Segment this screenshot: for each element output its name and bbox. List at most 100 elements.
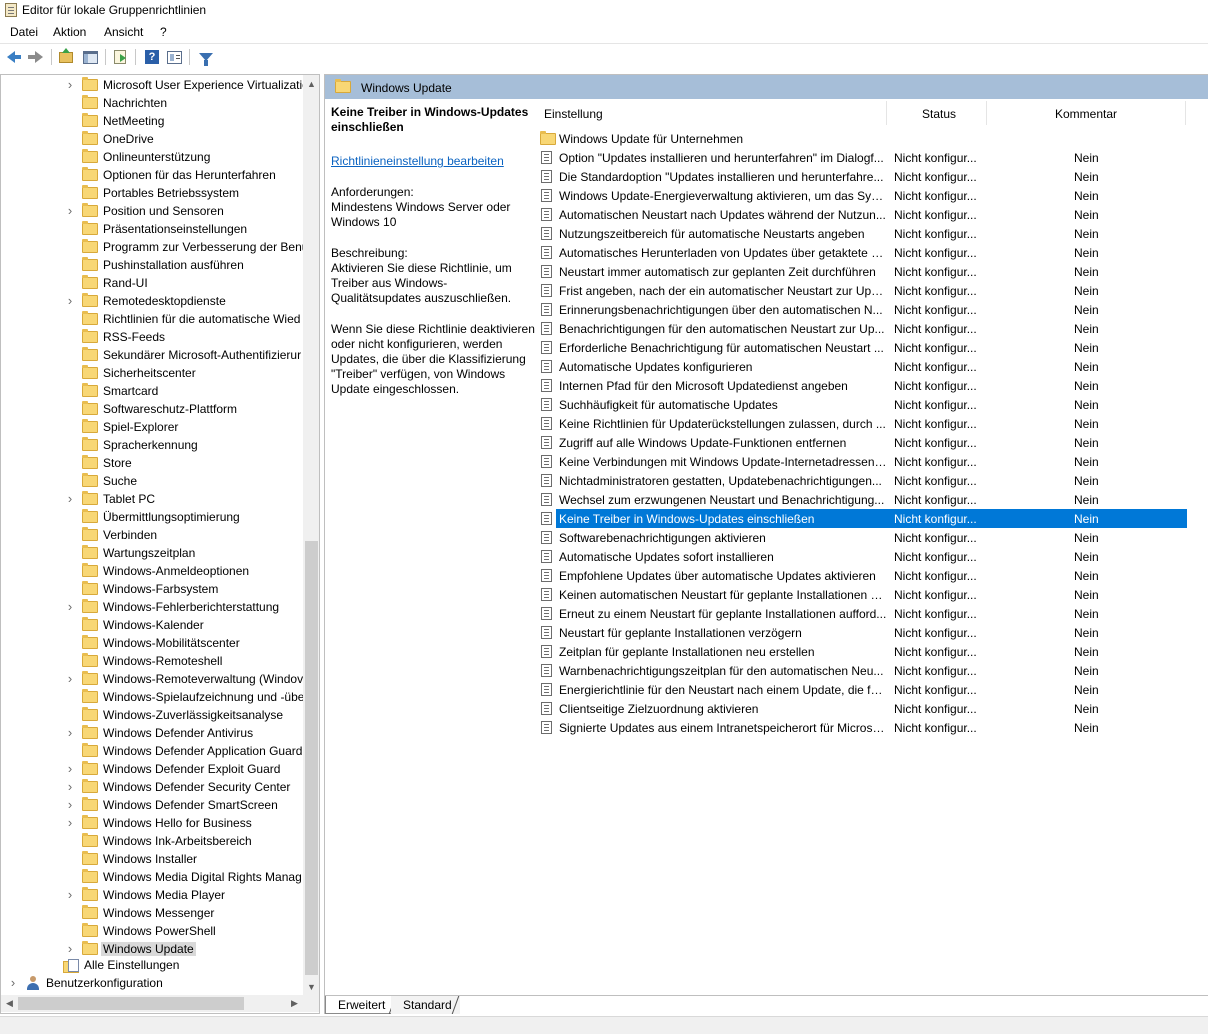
console-tree[interactable]: › Microsoft User Experience Virtualizatio… bbox=[0, 74, 320, 1014]
list-item-policy[interactable]: Windows Update-Energieverwaltung aktivie… bbox=[539, 186, 1208, 205]
scrollbar-thumb[interactable] bbox=[18, 997, 244, 1010]
tree-item[interactable]: Verbinden bbox=[1, 526, 303, 544]
column-header-setting[interactable]: Einstellung bbox=[544, 107, 603, 121]
list-item-policy[interactable]: Keine Verbindungen mit Windows Update-In… bbox=[539, 452, 1208, 471]
forward-button[interactable] bbox=[26, 47, 46, 67]
tree-item[interactable]: Windows-Farbsystem bbox=[1, 580, 303, 598]
tree-vertical-scrollbar[interactable]: ▲ ▼ bbox=[303, 75, 319, 995]
tree-item[interactable]: Onlineunterstützung bbox=[1, 148, 303, 166]
column-header-comment[interactable]: Kommentar bbox=[1055, 107, 1117, 121]
list-item-policy[interactable]: Erforderliche Benachrichtigung für autom… bbox=[539, 338, 1208, 357]
tree-item[interactable]: Programm zur Verbesserung der Benu bbox=[1, 238, 303, 256]
tree-item[interactable]: › Windows Defender Antivirus bbox=[1, 724, 303, 742]
column-header-status[interactable]: Status bbox=[922, 107, 956, 121]
chevron-right-icon[interactable]: › bbox=[65, 886, 75, 904]
tree-item[interactable]: › Microsoft User Experience Virtualizatio bbox=[1, 76, 303, 94]
tree-item[interactable]: Windows-Kalender bbox=[1, 616, 303, 634]
list-item-policy[interactable]: Warnbenachrichtigungszeitplan für den au… bbox=[539, 661, 1208, 680]
tree-item[interactable]: › Windows Hello for Business bbox=[1, 814, 303, 832]
scroll-left-arrow-icon[interactable]: ◀ bbox=[1, 995, 18, 1012]
chevron-right-icon[interactable]: › bbox=[65, 76, 75, 94]
tree-item[interactable]: Nachrichten bbox=[1, 94, 303, 112]
column-divider[interactable] bbox=[886, 101, 887, 125]
list-item-policy[interactable]: Benachrichtigungen für den automatischen… bbox=[539, 319, 1208, 338]
back-button[interactable] bbox=[4, 47, 24, 67]
tree-item[interactable]: › Windows Media Player bbox=[1, 886, 303, 904]
tree-item[interactable]: › Remotedesktopdienste bbox=[1, 292, 303, 310]
chevron-right-icon[interactable]: › bbox=[65, 292, 75, 310]
tree-item[interactable]: Richtlinien für die automatische Wied bbox=[1, 310, 303, 328]
tree-item[interactable]: › Windows Defender Security Center bbox=[1, 778, 303, 796]
list-item-policy[interactable]: Internen Pfad für den Microsoft Updatedi… bbox=[539, 376, 1208, 395]
chevron-right-icon[interactable]: › bbox=[65, 670, 75, 688]
help-button[interactable]: ? bbox=[142, 47, 162, 67]
list-item-policy[interactable]: Neustart immer automatisch zur geplanten… bbox=[539, 262, 1208, 281]
tree-item[interactable]: Spiel-Explorer bbox=[1, 418, 303, 436]
tree-item-benutzerkonfiguration[interactable]: › Benutzerkonfiguration bbox=[1, 974, 303, 992]
list-item-policy[interactable]: Option "Updates installieren und herunte… bbox=[539, 148, 1208, 167]
scroll-right-arrow-icon[interactable]: ▶ bbox=[286, 995, 303, 1012]
tree-item[interactable]: › Tablet PC bbox=[1, 490, 303, 508]
tree-item[interactable]: › Position und Sensoren bbox=[1, 202, 303, 220]
tree-item[interactable]: Smartcard bbox=[1, 382, 303, 400]
tree-item[interactable]: NetMeeting bbox=[1, 112, 303, 130]
tree-item[interactable]: Wartungszeitplan bbox=[1, 544, 303, 562]
list-item-policy[interactable]: Suchhäufigkeit für automatische Updates N… bbox=[539, 395, 1208, 414]
properties-button[interactable] bbox=[164, 47, 184, 67]
menu-ansicht[interactable]: Ansicht bbox=[104, 25, 143, 39]
tree-item[interactable]: Spracherkennung bbox=[1, 436, 303, 454]
tab-erweitert[interactable]: Erweitert bbox=[325, 996, 394, 1014]
tree-item[interactable]: Suche bbox=[1, 472, 303, 490]
tree-item[interactable]: Softwareschutz-Plattform bbox=[1, 400, 303, 418]
tree-item[interactable]: Windows-Zuverlässigkeitsanalyse bbox=[1, 706, 303, 724]
list-item-policy[interactable]: Wechsel zum erzwungenen Neustart und Ben… bbox=[539, 490, 1208, 509]
list-item-policy[interactable]: Nichtadministratoren gestatten, Updatebe… bbox=[539, 471, 1208, 490]
list-item-policy[interactable]: Zugriff auf alle Windows Update-Funktion… bbox=[539, 433, 1208, 452]
tree-item[interactable]: Windows-Anmeldeoptionen bbox=[1, 562, 303, 580]
tree-item[interactable]: Optionen für das Herunterfahren bbox=[1, 166, 303, 184]
list-item-policy[interactable]: Nutzungszeitbereich für automatische Neu… bbox=[539, 224, 1208, 243]
tree-item[interactable]: Windows Messenger bbox=[1, 904, 303, 922]
tree-item[interactable]: OneDrive bbox=[1, 130, 303, 148]
tree-item[interactable]: Sekundärer Microsoft-Authentifizierur bbox=[1, 346, 303, 364]
list-item-folder[interactable]: Windows Update für Unternehmen bbox=[539, 129, 1208, 148]
chevron-right-icon[interactable]: › bbox=[65, 490, 75, 508]
chevron-right-icon[interactable]: › bbox=[65, 598, 75, 616]
tree-item[interactable]: Windows PowerShell bbox=[1, 922, 303, 940]
list-item-policy[interactable]: Automatischen Neustart nach Updates währ… bbox=[539, 205, 1208, 224]
chevron-right-icon[interactable]: › bbox=[65, 724, 75, 742]
tree-item[interactable]: Übermittlungsoptimierung bbox=[1, 508, 303, 526]
tree-item[interactable]: Sicherheitscenter bbox=[1, 364, 303, 382]
chevron-right-icon[interactable]: › bbox=[65, 778, 75, 796]
chevron-right-icon[interactable]: › bbox=[8, 974, 18, 992]
chevron-right-icon[interactable]: › bbox=[65, 202, 75, 220]
list-item-policy[interactable]: Energierichtlinie für den Neustart nach … bbox=[539, 680, 1208, 699]
tree-item[interactable]: Windows Installer bbox=[1, 850, 303, 868]
list-item-policy[interactable]: Signierte Updates aus einem Intranetspei… bbox=[539, 718, 1208, 737]
scroll-down-arrow-icon[interactable]: ▼ bbox=[303, 978, 319, 995]
settings-list[interactable]: Einstellung Status Kommentar Windows Upd… bbox=[539, 99, 1208, 979]
chevron-right-icon[interactable]: › bbox=[65, 814, 75, 832]
list-item-policy[interactable]: Erneut zu einem Neustart für geplante In… bbox=[539, 604, 1208, 623]
edit-policy-link[interactable]: Richtlinieneinstellung bearbeiten bbox=[331, 154, 535, 169]
list-item-policy[interactable]: Keinen automatischen Neustart für geplan… bbox=[539, 585, 1208, 604]
tree-item[interactable]: › Windows-Fehlerberichterstattung bbox=[1, 598, 303, 616]
list-item-policy[interactable]: Softwarebenachrichtigungen aktivieren Nic… bbox=[539, 528, 1208, 547]
tree-item[interactable]: Windows Ink-Arbeitsbereich bbox=[1, 832, 303, 850]
tree-item[interactable]: Pushinstallation ausführen bbox=[1, 256, 303, 274]
tree-item[interactable]: › Windows Defender SmartScreen bbox=[1, 796, 303, 814]
list-item-policy[interactable]: Die Standardoption "Updates installieren… bbox=[539, 167, 1208, 186]
scrollbar-thumb[interactable] bbox=[305, 541, 318, 975]
tree-item[interactable]: › Windows-Remoteverwaltung (Windov bbox=[1, 670, 303, 688]
export-list-button[interactable] bbox=[110, 47, 130, 67]
filter-button[interactable] bbox=[196, 47, 216, 67]
show-hide-console-tree-button[interactable] bbox=[80, 47, 100, 67]
list-item-policy[interactable]: Keine Richtlinien für Updaterückstellung… bbox=[539, 414, 1208, 433]
tree-item[interactable]: Rand-UI bbox=[1, 274, 303, 292]
list-item-policy[interactable]: Empfohlene Updates über automatische Upd… bbox=[539, 566, 1208, 585]
list-item-policy[interactable]: Automatische Updates konfigurieren Nicht … bbox=[539, 357, 1208, 376]
list-item-policy[interactable]: Clientseitige Zielzuordnung aktivieren Ni… bbox=[539, 699, 1208, 718]
tab-standard[interactable]: Standard bbox=[391, 996, 460, 1014]
list-item-policy[interactable]: Zeitplan für geplante Installationen neu… bbox=[539, 642, 1208, 661]
tree-item[interactable]: Windows-Remoteshell bbox=[1, 652, 303, 670]
